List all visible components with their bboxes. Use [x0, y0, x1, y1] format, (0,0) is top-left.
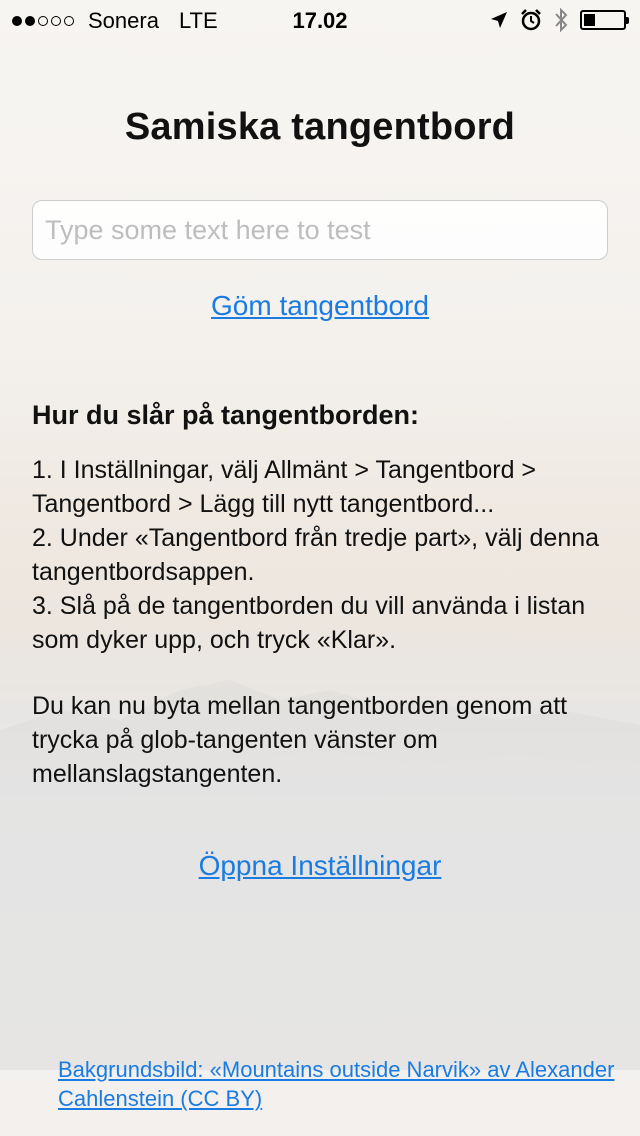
- instructions-section: Hur du slår på tangentborden: 1. I Instä…: [32, 400, 612, 791]
- instructions-heading: Hur du slår på tangentborden:: [32, 400, 420, 430]
- test-text-input[interactable]: [32, 200, 608, 260]
- instruction-step-1: 1. I Inställningar, välj Allmänt > Tange…: [32, 456, 537, 518]
- instruction-step-2: 2. Under «Tangentbord från tredje part»,…: [32, 524, 600, 586]
- location-icon: [491, 12, 507, 28]
- background-credit-link[interactable]: Bakgrundsbild: «Mountains outside Narvik…: [58, 1057, 614, 1111]
- open-settings-link-container: Öppna Inställningar: [0, 850, 640, 882]
- open-settings-link[interactable]: Öppna Inställningar: [199, 850, 442, 881]
- bluetooth-icon: [555, 8, 568, 32]
- battery-level-fill: [584, 14, 595, 26]
- hide-keyboard-link-container: Göm tangentbord: [0, 290, 640, 322]
- instruction-step-3: 3. Slå på de tangentborden du vill använ…: [32, 592, 586, 654]
- instructions-note: Du kan nu byta mellan tangentborden geno…: [32, 692, 568, 788]
- alarm-icon: [521, 9, 541, 31]
- status-bar: Sonera LTE 17.02: [0, 0, 640, 40]
- page-title: Samiska tangentbord: [124, 106, 516, 148]
- hide-keyboard-link[interactable]: Göm tangentbord: [211, 290, 429, 321]
- battery-icon: [580, 10, 629, 30]
- background-credit: Bakgrundsbild: «Mountains outside Narvik…: [58, 1055, 618, 1113]
- status-right: [490, 8, 629, 32]
